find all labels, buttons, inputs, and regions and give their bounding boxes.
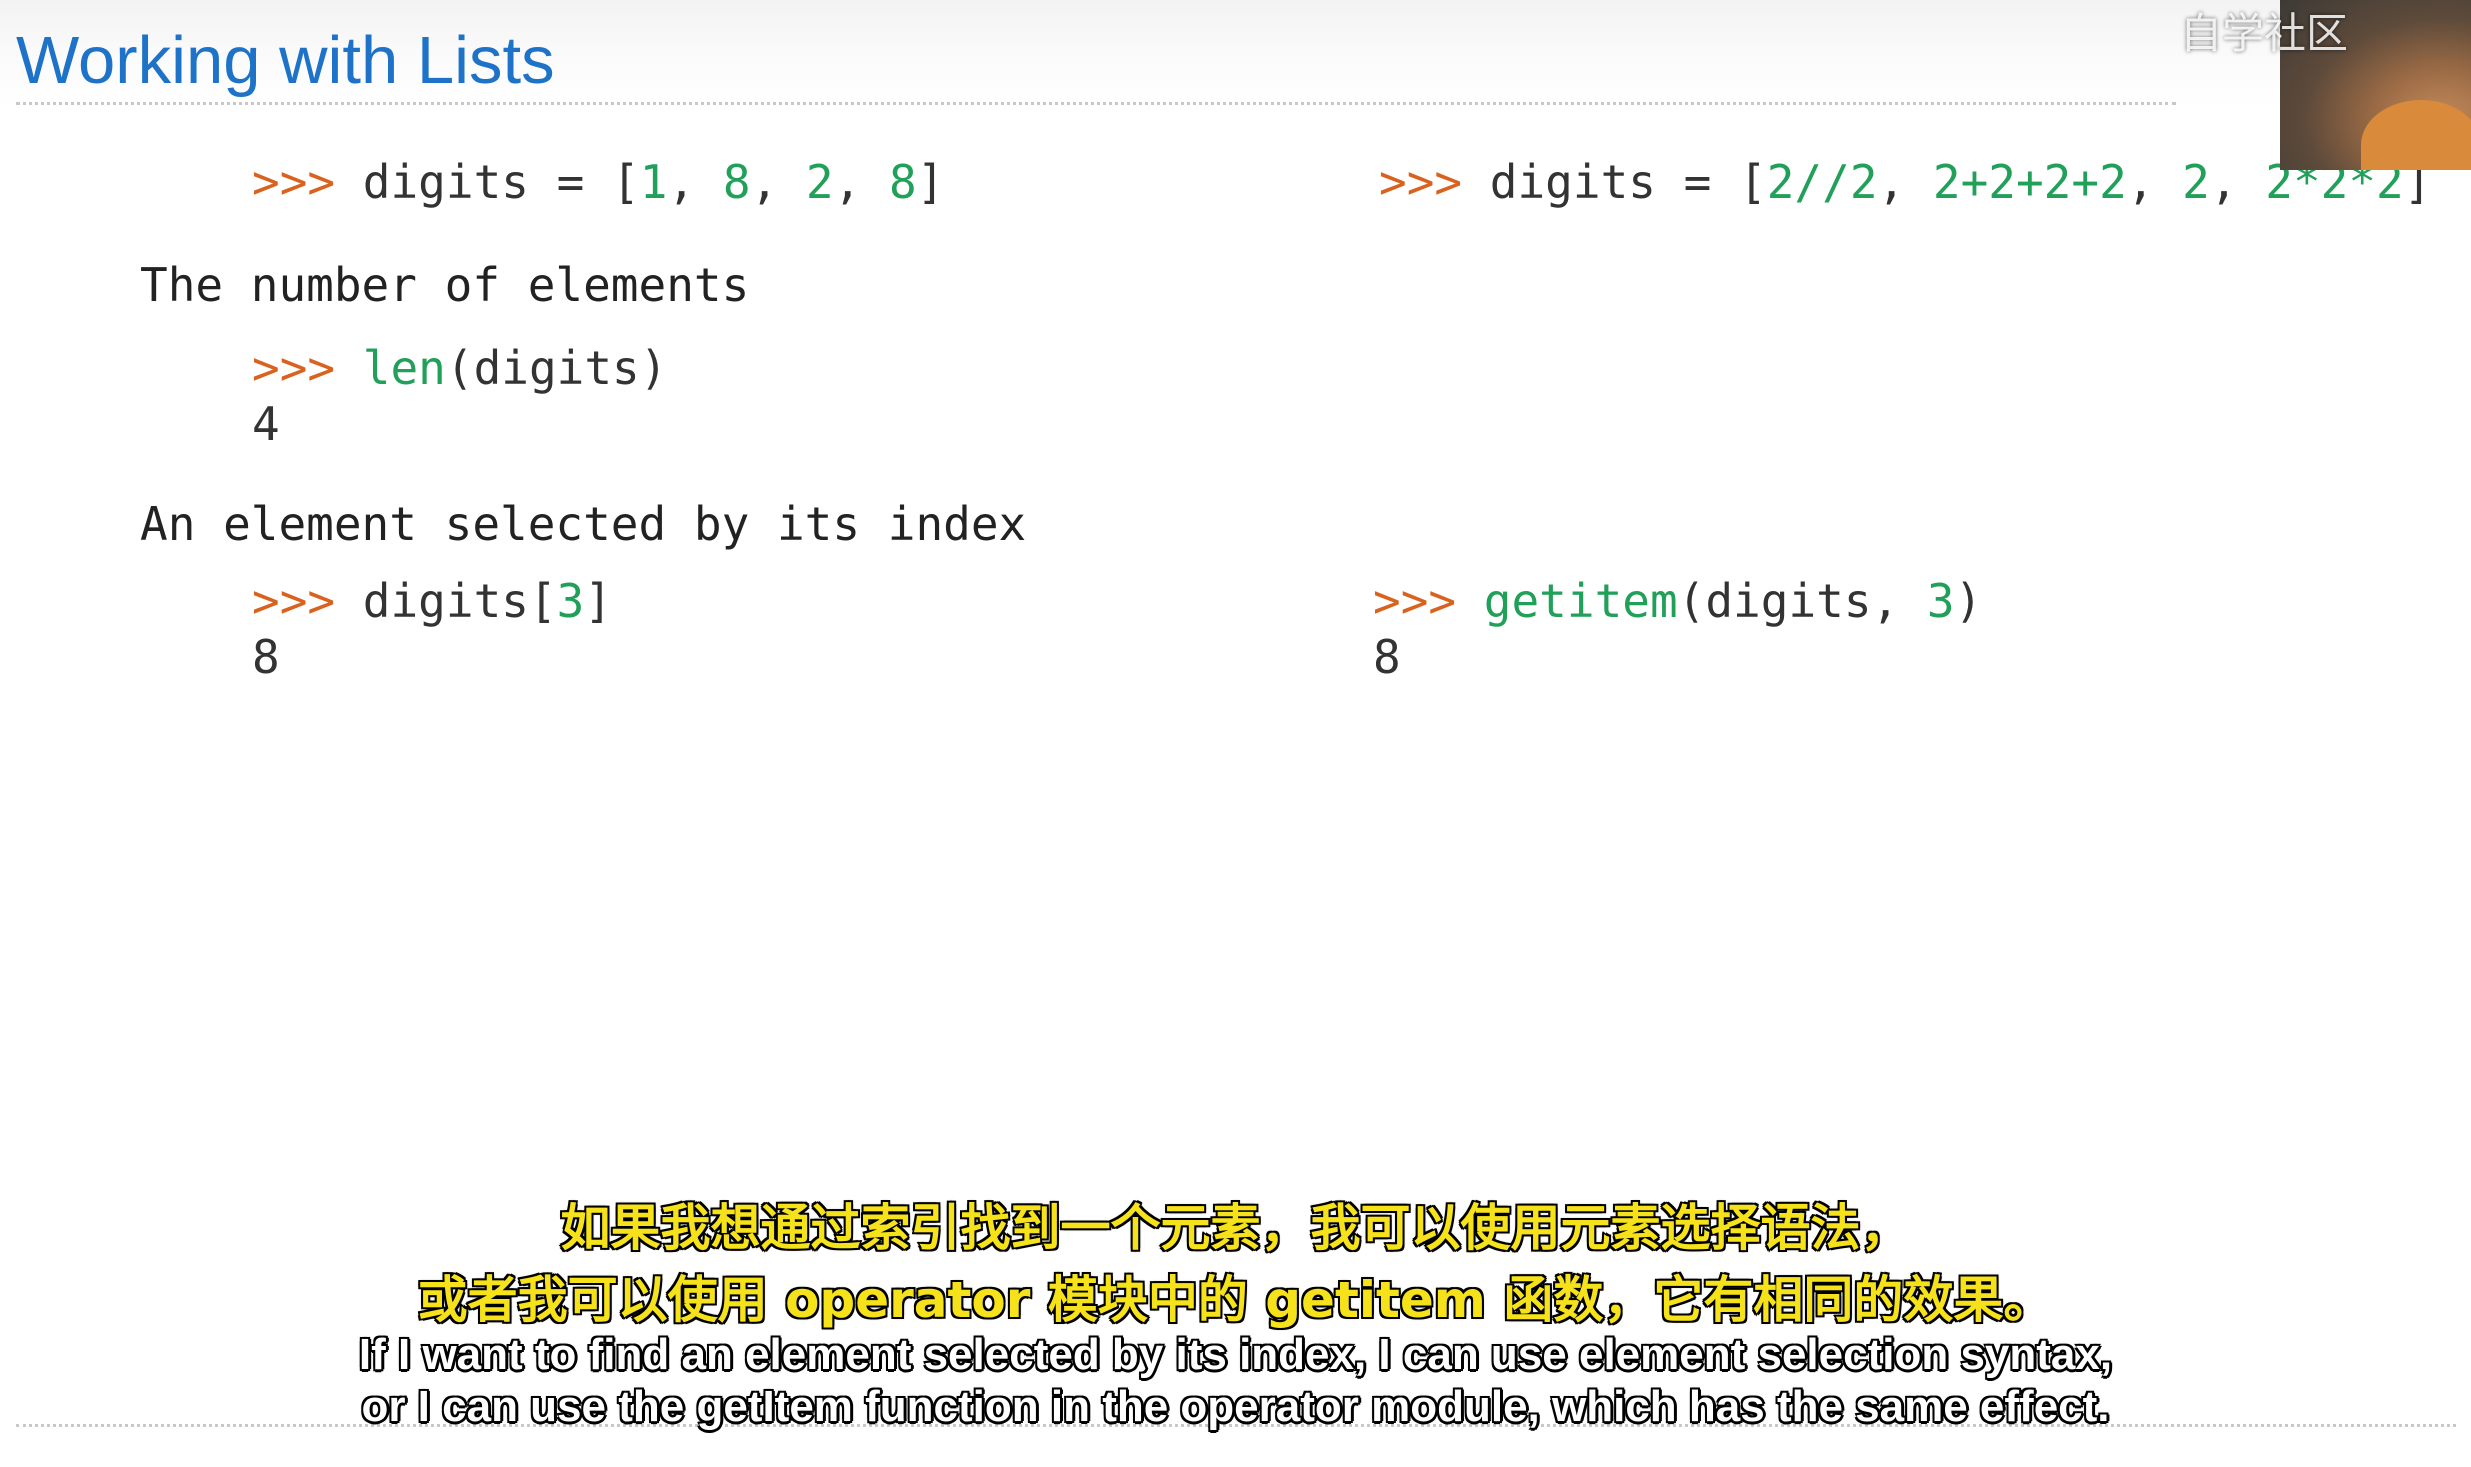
code-number: 3 bbox=[1926, 574, 1955, 628]
code-line-index: >>> digits[3] bbox=[252, 573, 612, 629]
subtitle-zh-line-1: 如果我想通过索引找到一个元素，我可以使用元素选择语法， bbox=[559, 1198, 1912, 1259]
watermark-logo: 自学社区 bbox=[2180, 9, 2349, 58]
code-text: , bbox=[667, 155, 723, 209]
code-text: ) bbox=[1954, 574, 1983, 628]
code-number: 1 bbox=[639, 155, 668, 209]
code-output-getitem: 8 bbox=[1373, 630, 1401, 684]
code-text: digits = [ bbox=[1462, 155, 1767, 209]
code-number: 2//2 bbox=[1766, 155, 1878, 209]
code-text: (digits) bbox=[445, 341, 668, 395]
code-line-len: >>> len(digits) bbox=[252, 340, 667, 396]
code-text: ] bbox=[916, 155, 945, 209]
section-label-count: The number of elements bbox=[140, 258, 750, 312]
code-line-right-definition: >>> digits = [2//2, 2+2+2+2, 2, 2*2*2] bbox=[1379, 154, 2431, 210]
code-text: ] bbox=[584, 574, 613, 628]
prompt: >>> bbox=[1379, 155, 1463, 209]
code-text: , bbox=[2209, 155, 2266, 209]
code-output-len: 4 bbox=[252, 397, 280, 451]
slide-title: Working with Lists bbox=[16, 23, 555, 98]
code-number: 2+2+2+2 bbox=[1932, 155, 2127, 209]
code-number: 8 bbox=[722, 155, 751, 209]
subtitle-en-line-2: or I can use the getItem function in the… bbox=[361, 1382, 2110, 1431]
presenter-image bbox=[2361, 100, 2471, 170]
title-divider bbox=[16, 102, 2176, 105]
code-text: , bbox=[1877, 155, 1933, 209]
prompt: >>> bbox=[252, 155, 336, 209]
code-number: 2 bbox=[2182, 155, 2210, 209]
code-number: 2 bbox=[805, 155, 834, 209]
slide: Working with Lists >>> digits = [1, 8, 2… bbox=[0, 0, 2471, 1467]
code-text: (digits, bbox=[1677, 574, 1927, 628]
code-line-getitem: >>> getitem(digits, 3) bbox=[1373, 573, 1982, 629]
code-output-index: 8 bbox=[252, 630, 280, 684]
prompt: >>> bbox=[252, 574, 336, 628]
code-line-left-definition: >>> digits = [1, 8, 2, 8] bbox=[252, 154, 944, 210]
prompt: >>> bbox=[252, 341, 336, 395]
code-text: digits = [ bbox=[335, 155, 640, 209]
section-label-index: An element selected by its index bbox=[140, 497, 1027, 551]
code-number: 3 bbox=[556, 574, 585, 628]
subtitle-en-line-1: If I want to find an element selected by… bbox=[358, 1330, 2113, 1379]
code-text: , bbox=[2126, 155, 2183, 209]
function-name: getitem bbox=[1483, 574, 1678, 628]
prompt: >>> bbox=[1373, 574, 1457, 628]
code-number: 8 bbox=[889, 155, 917, 209]
code-text: , bbox=[833, 155, 890, 209]
subtitle-zh-line-2: 或者我可以使用 operator 模块中的 getitem 函数，它有相同的效果… bbox=[416, 1270, 2055, 1331]
function-name: len bbox=[362, 341, 446, 395]
code-text: , bbox=[750, 155, 806, 209]
code-text: digits[ bbox=[335, 574, 557, 628]
